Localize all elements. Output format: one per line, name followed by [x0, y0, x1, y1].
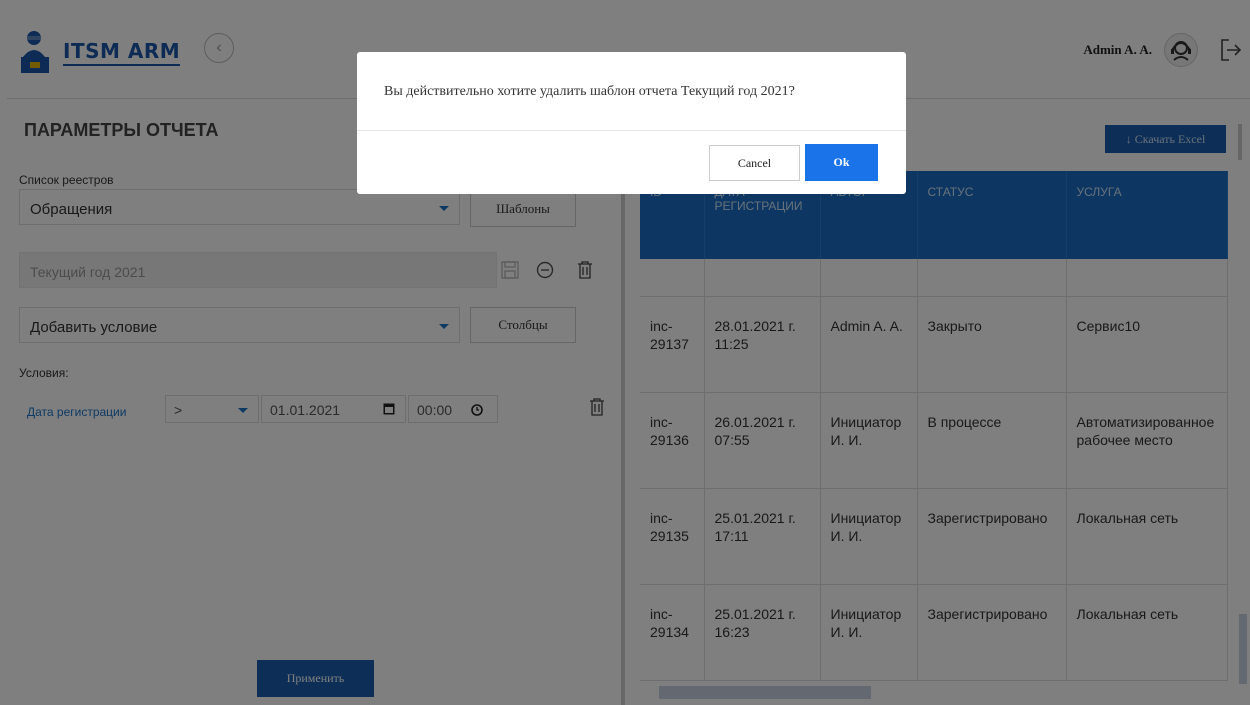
dialog-message: Вы действительно хотите удалить шаблон о…: [384, 84, 795, 99]
confirm-delete-dialog: Вы действительно хотите удалить шаблон о…: [357, 52, 906, 194]
ok-button[interactable]: Ok: [805, 144, 878, 181]
cancel-button[interactable]: Cancel: [709, 145, 800, 181]
dialog-divider: [357, 130, 906, 131]
